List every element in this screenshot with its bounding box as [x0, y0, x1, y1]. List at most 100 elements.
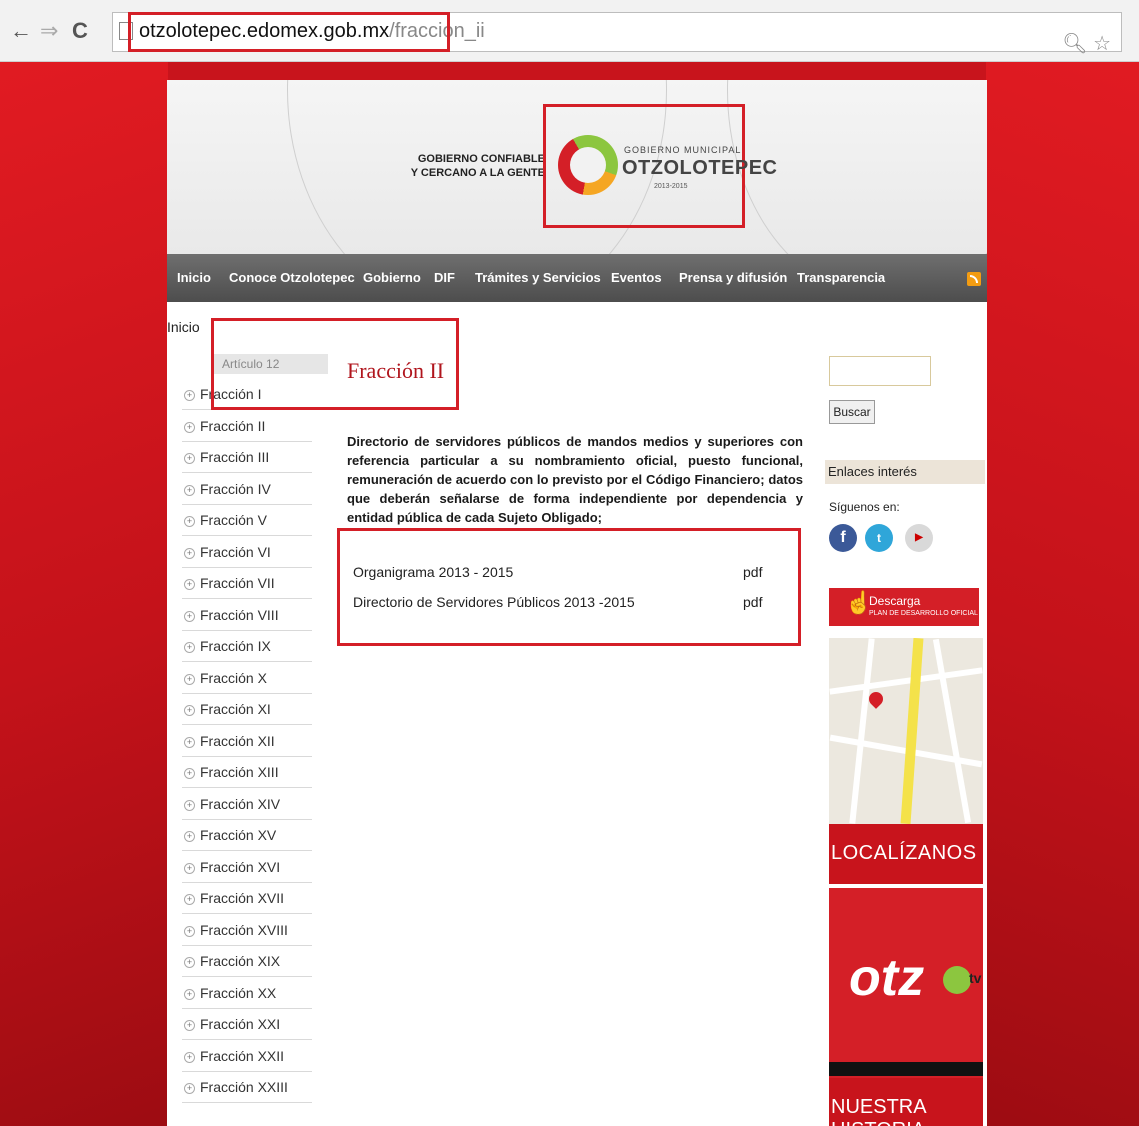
- expand-icon: +: [184, 894, 195, 905]
- expand-icon: +: [184, 831, 195, 842]
- menu-item-inicio[interactable]: Inicio: [177, 270, 211, 285]
- sidebar-item-label: Fracción XV: [200, 827, 277, 843]
- expand-icon: +: [184, 421, 195, 433]
- expand-icon: +: [184, 768, 195, 779]
- sidebar-item-fraccion[interactable]: + Fracción XVII: [182, 884, 312, 914]
- pdf-link[interactable]: pdf: [743, 594, 762, 610]
- expand-icon: +: [184, 453, 195, 464]
- historia-banner[interactable]: NUESTRA HISTORIA: [829, 1078, 983, 1126]
- documents-highlight-box: [337, 528, 801, 646]
- sidebar-item-fraccion[interactable]: + Fracción XIX: [182, 947, 312, 977]
- logo-subtitle: GOBIERNO MUNICIPAL: [624, 145, 742, 155]
- sidebar-item-label: Fracción XVII: [200, 890, 285, 906]
- sidebar-item-fraccion[interactable]: + Fracción XIII: [182, 758, 312, 788]
- logo-years: 2013-2015: [654, 183, 688, 190]
- background-left: [0, 62, 168, 1126]
- sidebar-item-fraccion[interactable]: + Fracción XXII: [182, 1042, 312, 1072]
- star-icon[interactable]: ☆: [1093, 33, 1111, 55]
- browser-toolbar: ← ⇒ C otzolotepec.edomex.gob.mx/fraccion…: [0, 0, 1139, 62]
- sidebar-item-fraccion[interactable]: + Fracción IV: [182, 475, 312, 505]
- menu-item-prensa[interactable]: Prensa y difusión: [679, 270, 787, 285]
- slogan-line1: GOBIERNO CONFIABLE: [417, 153, 545, 165]
- zoom-icon[interactable]: 🔍︎: [1062, 33, 1087, 55]
- sidebar-item-label: Fracción XXII: [200, 1047, 285, 1064]
- play-icon: [943, 966, 971, 994]
- sidebar-item-fraccion[interactable]: + Fracción VIII: [182, 601, 312, 631]
- sidebar-item-label: Fracción VIII: [200, 606, 279, 623]
- menu-item-eventos[interactable]: Eventos: [611, 270, 662, 285]
- video-controls-bar[interactable]: [829, 1062, 983, 1076]
- sidebar-item-fraccion[interactable]: + Fracción II: [182, 412, 312, 442]
- localizanos-banner[interactable]: LOCALÍZANOS: [829, 824, 983, 884]
- expand-icon: +: [184, 957, 195, 968]
- expand-icon: +: [184, 516, 195, 527]
- back-icon[interactable]: ←: [10, 18, 32, 44]
- facebook-icon[interactable]: f: [829, 524, 857, 552]
- otzo-tv-logo: otz: [849, 949, 925, 1007]
- logo-ring-icon: [558, 135, 618, 195]
- expand-icon: +: [184, 673, 195, 685]
- youtube-icon[interactable]: ▶: [905, 524, 933, 552]
- descarga-banner[interactable]: ☝ Descarga PLAN DE DESARROLLO OFICIAL: [829, 588, 979, 626]
- background-right: [986, 62, 1139, 1126]
- search-button[interactable]: Buscar: [829, 400, 875, 424]
- expand-icon: +: [184, 799, 195, 811]
- expand-icon: +: [184, 579, 195, 590]
- sidebar-item-fraccion[interactable]: + Fracción XVI: [182, 853, 312, 883]
- reload-icon[interactable]: C: [72, 18, 88, 44]
- descarga-title: Descarga: [869, 594, 921, 608]
- expand-icon: +: [184, 1020, 195, 1031]
- sidebar-item-fraccion[interactable]: + Fracción XV: [182, 821, 312, 851]
- enlaces-heading: Enlaces interés: [825, 460, 985, 484]
- menu-item-dif[interactable]: DIF: [434, 270, 455, 285]
- expand-icon: +: [184, 642, 195, 653]
- sidebar-item-fraccion[interactable]: + Fracción XIV: [182, 790, 312, 820]
- sidebar-item-label: Fracción III: [200, 449, 270, 465]
- sidebar-item-fraccion[interactable]: + Fracción XXIII: [182, 1073, 312, 1103]
- sidebar-item-label: Fracción XXI: [200, 1016, 281, 1032]
- sidebar-item-fraccion[interactable]: + Fracción XI: [182, 695, 312, 725]
- sidebar-item-fraccion[interactable]: + Fracción VI: [182, 538, 312, 568]
- sidebar-item-fraccion[interactable]: + Fracción XXI: [182, 1010, 312, 1040]
- menu-item-tramites[interactable]: Trámites y Servicios: [475, 270, 601, 285]
- expand-icon: +: [184, 610, 195, 622]
- sidebar-item-fraccion[interactable]: + Fracción XVIII: [182, 916, 312, 946]
- sidebar-item-label: Fracción XIII: [200, 764, 279, 780]
- menu-item-gobierno[interactable]: Gobierno: [363, 270, 421, 285]
- map-road: [849, 638, 875, 824]
- expand-icon: +: [184, 705, 195, 716]
- main-menu: Inicio Conoce Otzolotepec Gobierno DIF T…: [167, 254, 987, 302]
- site-slogan: GOBIERNO CONFIABLE Y CERCANO A LA GENTE: [405, 152, 545, 180]
- expand-icon: +: [184, 390, 195, 401]
- menu-item-conoce[interactable]: Conoce Otzolotepec: [229, 270, 355, 285]
- sidebar-item-fraccion[interactable]: + Fracción III: [182, 443, 312, 473]
- url-highlight-box: [128, 12, 450, 52]
- sidebar-item-fraccion[interactable]: + Fracción VII: [182, 569, 312, 599]
- sidebar-item-fraccion[interactable]: + Fracción XII: [182, 727, 312, 757]
- expand-icon: +: [184, 925, 195, 937]
- sidebar-item-fraccion[interactable]: + Fracción X: [182, 664, 312, 694]
- breadcrumb[interactable]: Inicio: [167, 319, 200, 335]
- logo-name: OTZOLOTEPEC: [622, 157, 778, 179]
- slogan-line2: Y CERCANO A LA GENTE: [410, 167, 545, 179]
- map-road: [932, 638, 972, 824]
- search-input[interactable]: [829, 356, 931, 386]
- sidebar-item-label: Fracción XX: [200, 984, 277, 1001]
- twitter-icon[interactable]: t: [865, 524, 893, 552]
- pdf-link[interactable]: pdf: [743, 564, 762, 580]
- sidebar-item-fraccion[interactable]: + Fracción XX: [182, 979, 312, 1009]
- rss-icon[interactable]: [967, 272, 981, 286]
- location-map[interactable]: [829, 638, 983, 824]
- sidebar-item-label: Fracción XXIII: [200, 1079, 288, 1095]
- address-icons: 🔍︎ ☆: [1062, 31, 1111, 56]
- forward-icon[interactable]: ⇒: [40, 18, 58, 44]
- site-logo[interactable]: GOBIERNO MUNICIPAL OTZOLOTEPEC 2013-2015: [543, 104, 777, 228]
- otzo-tv-banner[interactable]: otz tv: [829, 888, 983, 1078]
- document-link[interactable]: Organigrama 2013 - 2015: [353, 564, 513, 580]
- expand-icon: +: [184, 736, 195, 748]
- sidebar-item-fraccion[interactable]: + Fracción V: [182, 506, 312, 536]
- document-link[interactable]: Directorio de Servidores Públicos 2013 -…: [353, 594, 635, 610]
- section-description: Directorio de servidores públicos de man…: [347, 434, 803, 525]
- sidebar-item-fraccion[interactable]: + Fracción IX: [182, 632, 312, 662]
- menu-item-transparencia[interactable]: Transparencia: [797, 270, 885, 285]
